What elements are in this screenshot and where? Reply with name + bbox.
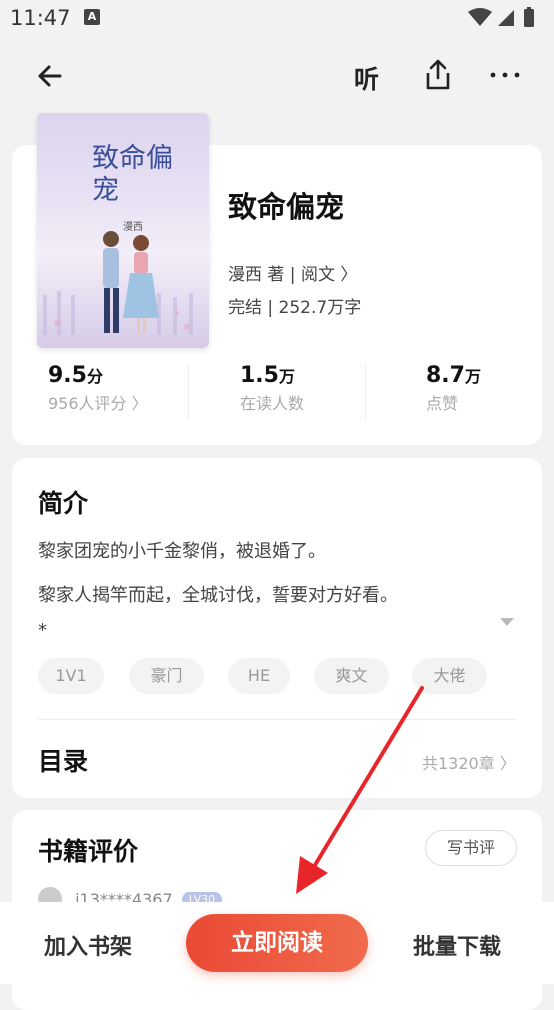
intro-line: 黎家团宠的小千金黎俏，被退婚了。 [38,541,326,562]
listen-button[interactable]: 听 [354,60,379,96]
top-bar: 听 [0,52,554,102]
read-now-button[interactable]: 立即阅读 [186,914,368,972]
back-arrow-icon[interactable] [34,60,66,92]
stat-readers-value: 1.5 [240,363,279,388]
intro-card [12,458,542,798]
section-divider [38,719,516,720]
stat-divider [365,364,366,420]
intro-line: 黎家人揭竿而起，全城讨伐，誓要对方好看。 [38,585,398,606]
notification-icon: A [84,9,100,25]
wifi-icon [468,8,492,26]
cover-author: 漫西 [123,222,143,233]
stat-readers-label: 在读人数 [240,394,305,413]
toc-title[interactable]: 目录 [38,742,88,778]
stat-likes: 8.7万 点赞 [426,363,481,414]
stat-readers: 1.5万 在读人数 [240,363,304,414]
add-to-shelf-button[interactable]: 加入书架 [44,929,132,961]
tag-chip[interactable]: 爽文 [314,658,389,694]
stat-likes-label: 点赞 [426,394,459,413]
intro-title: 简介 [38,489,89,518]
status-bar: 11:47 A [0,0,554,38]
book-cover[interactable]: 致命偏宠 漫西 [37,113,209,348]
batch-download-button[interactable]: 批量下载 [413,929,501,961]
more-icon[interactable] [488,60,522,90]
signal-icon [498,10,514,26]
stat-rating-label: 956人评分 〉 [48,394,148,413]
bottom-action-bar: 加入书架 立即阅读 批量下载 [0,902,554,984]
stat-readers-unit: 万 [278,367,295,386]
stat-likes-unit: 万 [464,367,481,386]
battery-icon [524,9,534,27]
intro-line: * [38,620,47,641]
reviews-title: 书籍评价 [38,837,139,866]
tag-chip[interactable]: 大佬 [412,658,487,694]
book-status-line: 完结 | 252.7万字 [228,298,362,318]
share-icon[interactable] [422,58,454,92]
stat-rating[interactable]: 9.5分 956人评分 〉 [48,363,148,414]
book-author-line[interactable]: 漫西 著 | 阅文 〉 [228,260,357,285]
toc-chapter-count[interactable]: 共1320章 〉 [422,750,516,774]
tag-chip[interactable]: 1V1 [38,658,104,694]
stat-rating-value: 9.5 [48,363,87,388]
book-title: 致命偏宠 [228,190,345,224]
system-icons [468,7,534,27]
stat-rating-unit: 分 [86,367,103,386]
tag-chip[interactable]: 豪门 [129,658,204,694]
cover-title: 致命偏宠 [92,143,173,206]
expand-intro-icon[interactable] [500,618,514,626]
tag-chip[interactable]: HE [228,658,290,694]
stat-likes-value: 8.7 [426,363,465,388]
status-time: 11:47 [10,6,71,30]
stat-divider [188,364,189,420]
write-review-button[interactable]: 写书评 [425,830,517,866]
